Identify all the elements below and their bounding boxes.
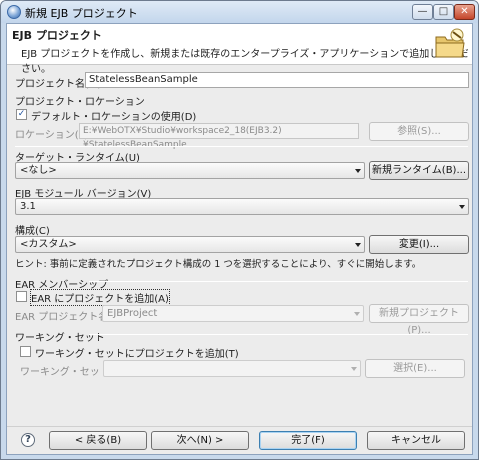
- minimize-button[interactable]: —: [412, 4, 433, 20]
- wizard-window: 新規 EJB プロジェクト — □ ✕ EJB プロジェクト EJB プロジェク…: [0, 0, 479, 460]
- finish-button[interactable]: 完了(F): [259, 431, 357, 450]
- new-ear-project-button[interactable]: 新規プロジェクト(P)...: [369, 304, 469, 336]
- ear-membership-section-label: EAR メンバーシップ: [15, 280, 109, 291]
- ear-project-value: EJBProject: [107, 308, 158, 319]
- default-location-label[interactable]: デフォルト・ロケーションの使用(D): [31, 108, 196, 123]
- dialog-body: EJB プロジェクト EJB プロジェクトを作成し、新規または既存のエンタープラ…: [6, 23, 473, 455]
- modify-configuration-button[interactable]: 変更(I)...: [369, 235, 469, 254]
- ejb-module-version-value: 3.1: [20, 201, 36, 212]
- close-button[interactable]: ✕: [454, 4, 475, 20]
- separator: [89, 334, 468, 335]
- add-to-working-set-label[interactable]: ワーキング・セットにプロジェクトを追加(T): [35, 345, 239, 360]
- configuration-label: 構成(C): [15, 226, 50, 237]
- select-working-set-button[interactable]: 選択(E)...: [365, 359, 465, 378]
- chevron-down-icon: [459, 205, 465, 209]
- folder-wizard-icon: [435, 28, 465, 58]
- banner-description: EJB プロジェクトを作成し、新規または既存のエンタープライズ・アプリケーション…: [21, 49, 469, 75]
- new-runtime-button[interactable]: 新規ランタイム(B)...: [369, 161, 469, 180]
- add-to-ear-checkbox[interactable]: [16, 291, 27, 302]
- next-button[interactable]: 次へ(N) >: [151, 431, 249, 450]
- chevron-down-icon: [355, 169, 361, 173]
- banner-title: EJB プロジェクト: [12, 29, 102, 42]
- ejb-module-version-select[interactable]: 3.1: [15, 198, 469, 215]
- working-set-select[interactable]: [103, 360, 361, 377]
- help-icon[interactable]: ?: [21, 433, 35, 447]
- chevron-down-icon: [355, 243, 361, 247]
- location-input[interactable]: E:¥WebOTX¥Studio¥workspace2_18(EJB3.2)¥S…: [79, 123, 359, 150]
- footer-separator: [7, 426, 472, 427]
- browse-button[interactable]: 参照(S)...: [369, 122, 469, 141]
- add-to-ear-label[interactable]: EAR にプロジェクトを追加(A): [30, 289, 170, 306]
- cancel-button[interactable]: キャンセル: [367, 431, 465, 450]
- default-location-checkbox[interactable]: ✓: [16, 109, 27, 120]
- separator: [89, 281, 468, 282]
- back-button[interactable]: < 戻る(B): [49, 431, 147, 450]
- configuration-value: <カスタム>: [20, 239, 77, 250]
- project-location-section-label: プロジェクト・ロケーション: [15, 97, 145, 108]
- ear-project-select[interactable]: EJBProject: [102, 305, 364, 322]
- configuration-select[interactable]: <カスタム>: [15, 236, 365, 253]
- window-title: 新規 EJB プロジェクト: [25, 7, 138, 20]
- chevron-down-icon: [351, 367, 357, 371]
- title-bar[interactable]: 新規 EJB プロジェクト — □ ✕: [1, 1, 478, 23]
- project-name-input[interactable]: StatelessBeanSample: [85, 72, 469, 88]
- working-set-section-label: ワーキング・セット: [15, 333, 105, 344]
- separator: [15, 146, 468, 147]
- add-to-working-set-checkbox[interactable]: [20, 346, 31, 357]
- configuration-hint: ヒント: 事前に定義されたプロジェクト構成の 1 つを選択することにより、すぐに…: [15, 259, 422, 270]
- maximize-button[interactable]: □: [433, 4, 454, 20]
- eclipse-icon: [7, 5, 21, 19]
- wizard-banner: EJB プロジェクト EJB プロジェクトを作成し、新規または既存のエンタープラ…: [7, 24, 472, 75]
- chevron-down-icon: [354, 312, 360, 316]
- target-runtime-value: <なし>: [20, 165, 57, 176]
- target-runtime-select[interactable]: <なし>: [15, 162, 365, 179]
